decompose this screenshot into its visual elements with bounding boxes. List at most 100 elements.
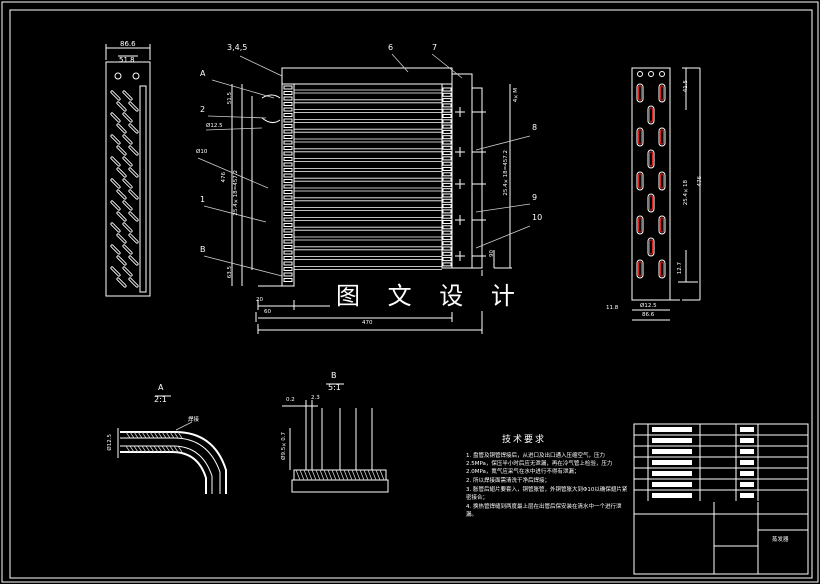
table-cell-fill — [652, 460, 692, 465]
detail-a-dim: Ø12.5 — [107, 434, 113, 451]
dim-25-4x18-right: 25.4×18=457.2 — [503, 150, 509, 196]
watermark-text: 图 文 设 计 — [330, 276, 531, 311]
hatch — [371, 469, 377, 481]
tube-end-inner — [129, 102, 138, 111]
hatch — [331, 469, 337, 481]
tube-end-inner — [129, 234, 138, 243]
tube-slot — [647, 237, 655, 257]
header-fin — [442, 140, 452, 145]
header-fin — [283, 212, 293, 216]
header-fin — [442, 135, 452, 140]
detail-b-label: B — [331, 371, 337, 380]
header-fin — [442, 119, 452, 124]
detail-b-dim2: 2.3 — [311, 395, 320, 401]
header-fin — [442, 257, 452, 262]
hatch — [311, 469, 317, 481]
callout-B: B — [200, 245, 206, 254]
header-fin — [283, 234, 293, 238]
tube-slot — [647, 105, 655, 125]
header-fin — [442, 235, 452, 240]
header-fin — [442, 108, 452, 113]
tube-slot-inner — [660, 173, 664, 189]
dim-r-86-6: 86.6 — [642, 312, 655, 318]
tube-slot-inner — [649, 195, 653, 211]
hatch — [351, 469, 357, 481]
detail-a-label: A — [158, 383, 164, 392]
header-fin — [442, 145, 452, 150]
header-fin — [442, 114, 452, 118]
tech-req-title: 技术要求 — [502, 435, 547, 445]
tube-end-inner — [111, 245, 120, 254]
header-fin — [283, 135, 293, 139]
header-fin — [283, 151, 293, 156]
header-fin — [442, 193, 452, 198]
tube-slot-inner — [660, 261, 664, 277]
header-fin — [442, 151, 452, 156]
header-fin — [442, 209, 452, 214]
detail-a-scale: 2:1 — [154, 395, 167, 404]
table-cell-fill — [740, 449, 754, 454]
header-fin — [283, 278, 293, 282]
header-fin — [442, 220, 452, 224]
header-fin — [442, 262, 452, 267]
tube-end-inner — [129, 212, 138, 221]
tube-end-inner — [123, 223, 132, 232]
hatch — [347, 469, 353, 481]
tube-end-inner — [111, 223, 120, 232]
header-fin — [442, 124, 452, 129]
dim-51-5: 51.5 — [227, 92, 233, 105]
tube-slot — [658, 259, 666, 279]
header-fin — [283, 272, 293, 277]
tube-end-inner — [117, 146, 126, 155]
header-fin — [283, 184, 293, 189]
dim-60: 60 — [264, 309, 271, 315]
title-block — [633, 423, 809, 575]
hatch — [323, 469, 329, 481]
tube-end-inner — [117, 256, 126, 265]
tube-end-inner — [123, 113, 132, 122]
header-fin — [283, 113, 293, 117]
left-dim-top2: 51.8 — [119, 56, 135, 64]
detail-a — [117, 395, 227, 494]
header-fin — [442, 167, 452, 171]
tube-slot-inner — [638, 217, 642, 233]
dim-r-11-8: 11.8 — [606, 305, 619, 311]
tube-end-inner — [111, 135, 120, 144]
tube-end-inner — [111, 113, 120, 122]
header-fin — [442, 161, 452, 166]
header-fin — [283, 168, 293, 172]
tech-req-item: 3. 胀管后翅片要套入，铜管胀管，外铜管胀大到Φ10以确保翅片紧密接合； — [466, 487, 628, 501]
tube-slot-inner — [649, 239, 653, 255]
tube-slot — [636, 83, 644, 103]
tube-end-inner — [123, 91, 132, 100]
header-fin — [283, 179, 293, 183]
tube-slot-inner — [660, 217, 664, 233]
right-side-view — [631, 67, 701, 321]
tube-end-inner — [123, 267, 132, 276]
header-fin — [283, 129, 293, 134]
left-side-view: 86.6 51.8 — [105, 40, 151, 297]
header-fin — [442, 246, 452, 251]
dim-r-41-5: 41.5 — [683, 80, 689, 93]
callout-9: 9 — [532, 193, 538, 202]
callout-A: A — [200, 69, 206, 78]
dim-r-25-4x18: 25.4×18 — [683, 180, 689, 206]
tube-slot-inner — [638, 261, 642, 277]
tube-slot — [636, 215, 644, 235]
tube-slot-inner — [649, 107, 653, 123]
callout-7: 7 — [432, 43, 438, 52]
tube-end-inner — [111, 91, 120, 100]
table-cell-fill — [740, 438, 754, 443]
header-fin — [442, 188, 452, 193]
header-fin — [283, 239, 293, 244]
header-fin — [283, 173, 293, 178]
header-fin — [283, 91, 293, 95]
title-block-name: 蒸发器 — [772, 537, 789, 543]
tube-end-inner — [111, 201, 120, 210]
hatch — [367, 469, 373, 481]
header-fin — [442, 241, 452, 246]
detail-b — [282, 383, 389, 493]
header-fin — [442, 204, 452, 209]
dim-r-phi12-5: Ø12.5 — [640, 303, 657, 309]
callout-8: 8 — [532, 123, 538, 132]
